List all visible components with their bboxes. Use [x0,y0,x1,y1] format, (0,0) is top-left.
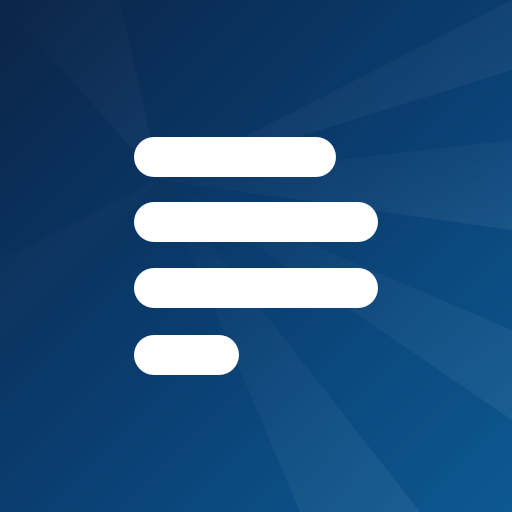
text-line-4 [134,335,239,375]
app-icon-background [0,0,512,512]
text-line-3 [134,268,378,308]
text-line-2 [134,202,378,242]
text-lines-icon [0,0,512,512]
text-line-1 [134,137,336,177]
